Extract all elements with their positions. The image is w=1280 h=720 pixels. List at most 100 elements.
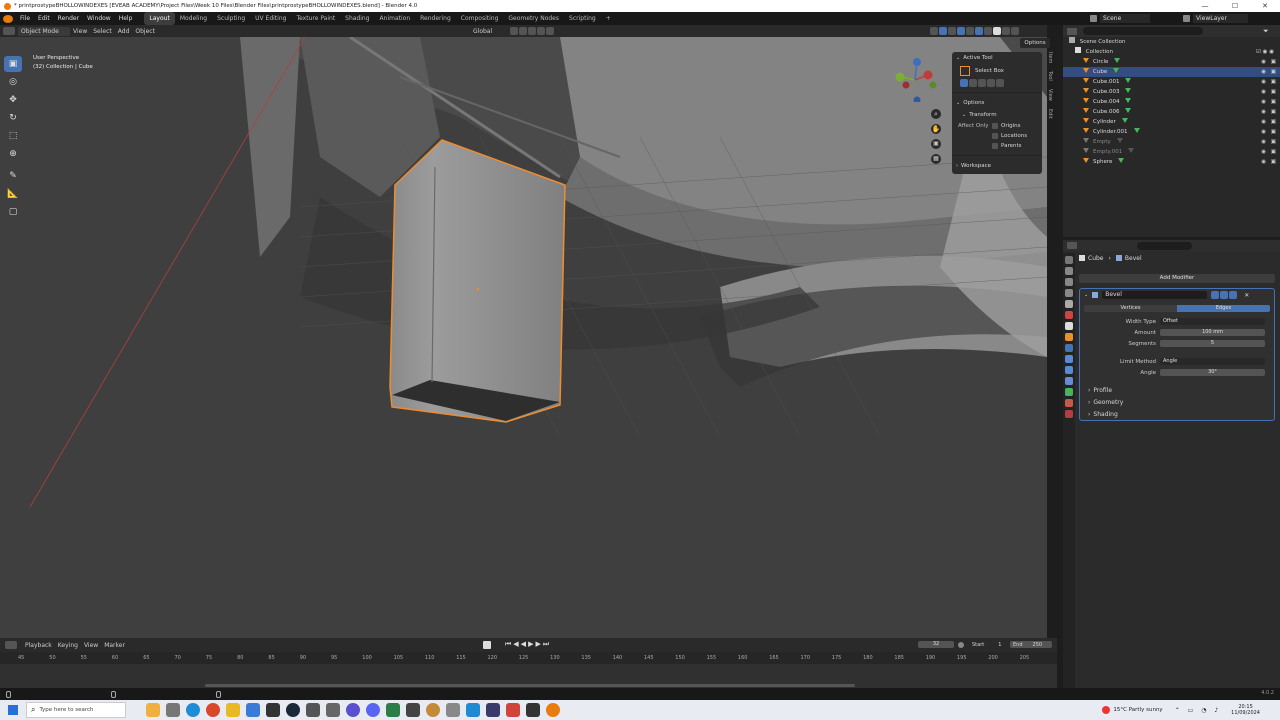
tab-view[interactable]: View <box>1047 89 1053 101</box>
vscode-icon[interactable] <box>466 703 480 717</box>
render-camera-icon[interactable]: ▣ <box>1271 117 1276 127</box>
rotate-tool-icon[interactable]: ↻ <box>4 110 22 126</box>
profile-subpanel[interactable]: › Profile <box>1080 384 1274 396</box>
amount-field[interactable]: 100 mm <box>1160 329 1265 336</box>
render-tab-icon[interactable] <box>1065 267 1073 275</box>
view-layer-tab-icon[interactable] <box>1065 289 1073 297</box>
render-camera-icon[interactable]: ▣ <box>1271 77 1276 87</box>
outliner-row[interactable]: Empty.001 ◉ ▣ <box>1063 147 1280 157</box>
render-camera-icon[interactable]: ▣ <box>1271 97 1276 107</box>
tab-compositing[interactable]: Compositing <box>456 12 504 25</box>
modifier-toggle-icons[interactable] <box>1211 291 1238 299</box>
tab-geometry-nodes[interactable]: Geometry Nodes <box>503 12 564 25</box>
mode-dropdown[interactable]: Object Mode <box>18 26 70 36</box>
render-camera-icon[interactable]: ▣ <box>1271 147 1276 157</box>
menu-keying[interactable]: Keying <box>55 641 81 650</box>
menu-view[interactable]: View <box>70 27 90 36</box>
outliner-row[interactable]: Cube.003 ◉ ▣ <box>1063 87 1280 97</box>
angle-field[interactable]: 30° <box>1160 369 1265 376</box>
tab-scripting[interactable]: Scripting <box>564 12 601 25</box>
visibility-eye-icon[interactable]: ◉ <box>1261 97 1266 107</box>
orientation-dropdown[interactable]: Global <box>470 27 495 36</box>
outliner-row[interactable]: Cylinder ◉ ▣ <box>1063 117 1280 127</box>
render-camera-icon[interactable]: ▣ <box>1271 107 1276 117</box>
taskbar-search[interactable]: ⌕ Type here to search <box>26 702 126 718</box>
render-camera-icon[interactable]: ▣ <box>1271 87 1276 97</box>
menu-file[interactable]: File <box>16 12 34 25</box>
render-camera-icon[interactable]: ▣ <box>1271 157 1276 167</box>
world-tab-icon[interactable] <box>1065 311 1073 319</box>
origins-checkbox[interactable] <box>992 123 998 129</box>
tab-tool[interactable]: Tool <box>1047 71 1053 81</box>
end-field[interactable]: End 250 <box>1010 641 1052 648</box>
tab-modeling[interactable]: Modeling <box>175 12 212 25</box>
clock[interactable]: 20:15 11/09/2024 <box>1231 704 1260 716</box>
timeline-scrollbar[interactable] <box>205 684 855 687</box>
render-camera-icon[interactable]: ▣ <box>1271 57 1276 67</box>
tab-sculpting[interactable]: Sculpting <box>212 12 250 25</box>
transform-header[interactable]: ⌄ Transform <box>952 109 1042 121</box>
visibility-eye-icon[interactable]: ◉ <box>1261 107 1266 117</box>
media-icon[interactable] <box>266 703 280 717</box>
app-icon-1[interactable] <box>306 703 320 717</box>
active-tool-header[interactable]: ⌄ Active Tool <box>952 52 1042 64</box>
outliner-row[interactable]: Cube ◉ ▣ <box>1063 67 1280 77</box>
tab-texture-paint[interactable]: Texture Paint <box>291 12 340 25</box>
edges-tab[interactable]: Edges <box>1177 304 1270 312</box>
app-icon-5[interactable] <box>406 703 420 717</box>
menu-object[interactable]: Object <box>132 27 158 36</box>
collection-tab-icon[interactable] <box>1065 322 1073 330</box>
app-icon-7[interactable] <box>446 703 460 717</box>
3d-viewport[interactable]: User Perspective (32) Collection | Cube … <box>0 37 1047 638</box>
scene-selector[interactable]: Scene <box>1090 13 1150 24</box>
collection-visibility-icons[interactable]: ☑ ◉ ◉ <box>1256 47 1274 57</box>
current-frame-field[interactable]: 32 <box>918 641 954 648</box>
tab-rendering[interactable]: Rendering <box>415 12 456 25</box>
menu-timeline-view[interactable]: View <box>81 641 101 650</box>
visibility-eye-icon[interactable]: ◉ <box>1261 117 1266 127</box>
tab-uv-editing[interactable]: UV Editing <box>250 12 291 25</box>
minimize-button[interactable]: — <box>1190 0 1220 12</box>
scene-collection-row[interactable]: Scene Collection <box>1063 37 1280 47</box>
overlay-shading-icons[interactable] <box>930 27 1020 35</box>
snapping-icons[interactable] <box>510 27 555 35</box>
visibility-eye-icon[interactable]: ◉ <box>1261 127 1266 137</box>
discord-icon[interactable] <box>366 703 380 717</box>
outliner-search-input[interactable] <box>1083 27 1203 35</box>
timeline-editor-icon[interactable] <box>5 641 17 649</box>
menu-help[interactable]: Help <box>115 12 137 25</box>
select-mode-icons[interactable] <box>952 78 1042 88</box>
menu-select[interactable]: Select <box>90 27 115 36</box>
view-layer-field[interactable]: ViewLayer <box>1193 14 1248 23</box>
modifier-name-field[interactable]: Bevel <box>1102 291 1208 299</box>
tray-icons[interactable]: ⌃ ▭ ◔ ♪ <box>1175 707 1221 714</box>
visibility-eye-icon[interactable]: ◉ <box>1261 147 1266 157</box>
menu-add[interactable]: Add <box>115 27 133 36</box>
tool-tab-icon[interactable] <box>1065 256 1073 264</box>
tab-layout[interactable]: Layout <box>144 12 175 25</box>
camera-icon[interactable]: ▣ <box>931 139 941 149</box>
blender-menu-icon[interactable] <box>3 14 13 23</box>
start-field[interactable]: Start 1 <box>958 641 1001 648</box>
outliner-row[interactable]: Cube.006 ◉ ▣ <box>1063 107 1280 117</box>
outliner-row[interactable]: Cube.001 ◉ ▣ <box>1063 77 1280 87</box>
steam-icon[interactable] <box>286 703 300 717</box>
menu-render[interactable]: Render <box>54 12 83 25</box>
app-icon-6[interactable] <box>426 703 440 717</box>
transform-tool-icon[interactable]: ⊕ <box>4 146 22 162</box>
render-camera-icon[interactable]: ▣ <box>1271 137 1276 147</box>
tab-edit[interactable]: Edit <box>1047 109 1053 119</box>
menu-playback[interactable]: Playback <box>22 641 55 650</box>
timeline-area[interactable] <box>0 664 1057 688</box>
tab-shading[interactable]: Shading <box>340 12 374 25</box>
data-tab-icon[interactable] <box>1065 388 1073 396</box>
modifier-delete-icon[interactable]: ✕ <box>1244 292 1249 299</box>
render-camera-icon[interactable]: ▣ <box>1271 67 1276 77</box>
constraints-tab-icon[interactable] <box>1065 377 1073 385</box>
texture-tab-icon[interactable] <box>1065 410 1073 418</box>
app-icon-4[interactable] <box>386 703 400 717</box>
physics-tab-icon[interactable] <box>1065 366 1073 374</box>
add-cube-tool-icon[interactable]: ▢ <box>4 204 22 220</box>
visibility-eye-icon[interactable]: ◉ <box>1261 57 1266 67</box>
select-box-tool-icon[interactable]: ▣ <box>4 56 22 72</box>
